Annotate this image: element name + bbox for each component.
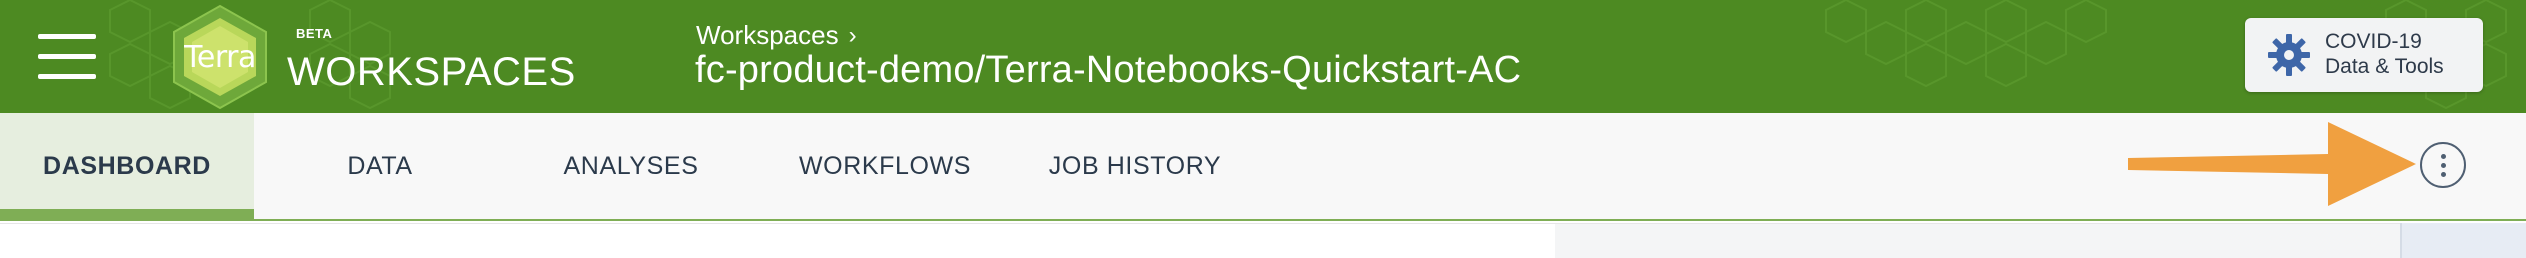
tab-data[interactable]: DATA [300,113,460,219]
logo-text: Terra [184,40,256,75]
breadcrumb-workspaces-link[interactable]: Workspaces [696,20,839,51]
tab-workflows[interactable]: WORKFLOWS [780,113,990,219]
covid-button-line2: Data & Tools [2325,55,2444,78]
app-header: Terra BETA WORKSPACES Workspaces › fc-pr… [0,0,2526,113]
tab-analyses[interactable]: ANALYSES [540,113,722,219]
page-title: fc-product-demo/Terra-Notebooks-Quicksta… [695,49,1522,91]
covid-data-tools-button[interactable]: COVID-19 Data & Tools [2245,18,2483,92]
workspace-more-options-button[interactable] [2420,142,2466,188]
dashboard-content-area [0,223,1555,258]
panel-edge [2400,223,2526,258]
breadcrumb: Workspaces › [696,20,857,51]
covid-button-line1: COVID-19 [2325,30,2422,53]
gear-icon [2268,34,2310,76]
beta-badge: BETA [296,26,333,41]
covid-button-label: COVID-19 Data & Tools [2325,29,2444,79]
product-name: WORKSPACES [287,50,576,94]
right-side-panel [1555,223,2400,258]
tab-dashboard[interactable]: DASHBOARD [0,113,254,221]
hamburger-menu-icon[interactable] [38,34,96,80]
chevron-right-icon: › [848,21,857,49]
vertical-ellipsis-icon [2441,154,2446,159]
orange-arrow-icon [2128,122,2416,206]
tab-job-history[interactable]: JOB HISTORY [1035,113,1235,219]
